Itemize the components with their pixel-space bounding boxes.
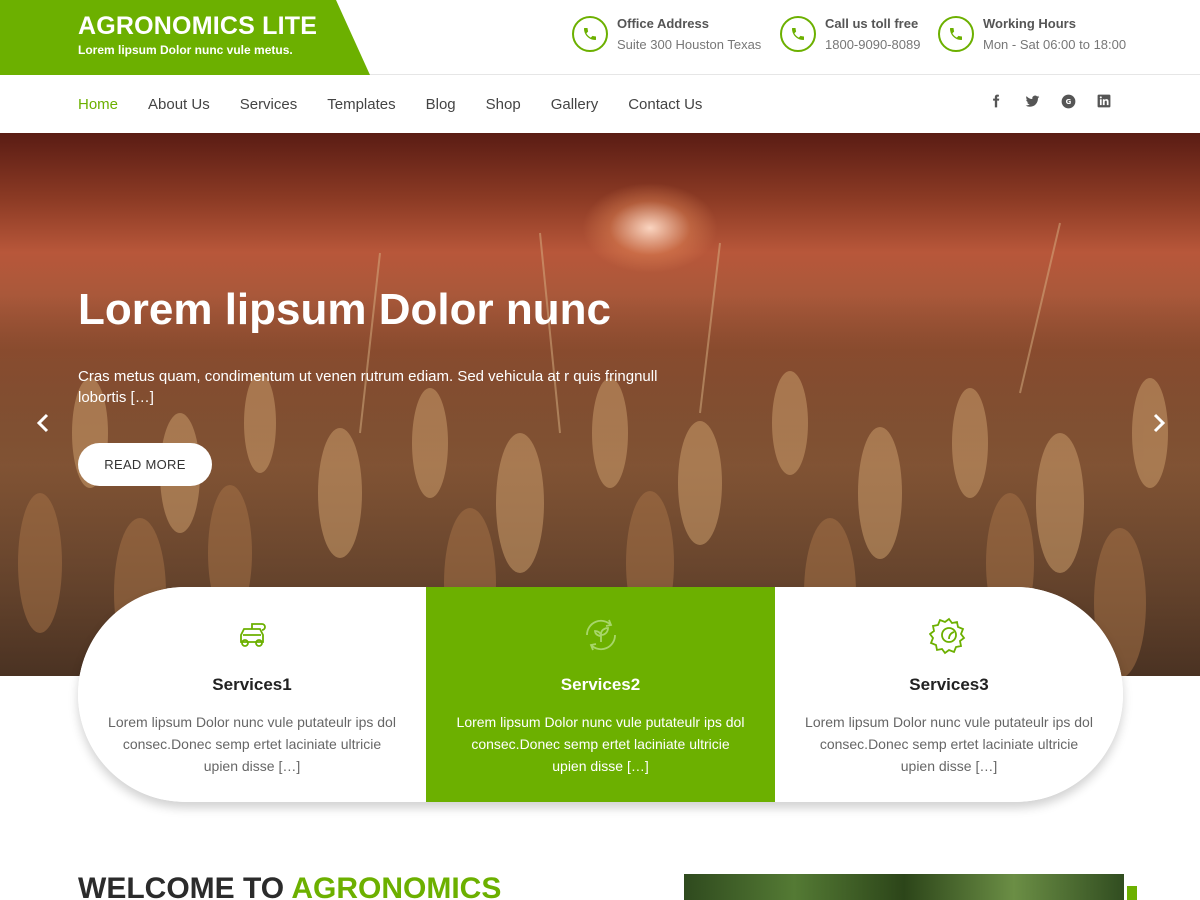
hero-description: Cras metus quam, condimentum ut venen ru…: [78, 368, 658, 406]
service-text-3: Lorem lipsum Dolor nunc vule putateulr i…: [805, 714, 1093, 774]
nav-item-services[interactable]: Services: [240, 96, 311, 113]
toll-free-info: Call us toll free 1800-9090-8089: [780, 14, 940, 54]
nav-item-shop[interactable]: Shop: [486, 96, 534, 113]
recycle-leaf-icon: [426, 615, 775, 657]
tractor-icon: [78, 615, 426, 657]
service-title-3: Services3: [909, 675, 989, 694]
working-hours-heading: Working Hours: [983, 16, 1076, 31]
service-text-2: Lorem lipsum Dolor nunc vule putateulr i…: [456, 714, 745, 774]
phone-icon: [780, 16, 816, 52]
office-address-heading: Office Address: [617, 16, 709, 31]
gear-leaf-icon: [775, 615, 1123, 657]
nav-item-templates[interactable]: Templates: [327, 96, 408, 113]
chevron-right-icon: [1153, 413, 1166, 433]
phone-icon: [938, 16, 974, 52]
phone-icon: [572, 16, 608, 52]
toll-free-heading: Call us toll free: [825, 16, 919, 31]
read-more-button[interactable]: READ MORE: [78, 443, 212, 486]
service-title-2: Services2: [560, 675, 641, 694]
site-tagline: Lorem lipsum Dolor nunc vule metus.: [78, 43, 293, 57]
social-links: G: [988, 93, 1112, 109]
linkedin-icon[interactable]: [1096, 93, 1112, 109]
twitter-icon[interactable]: [1024, 93, 1040, 109]
welcome-heading: WELCOME TO AGRONOMICS: [78, 872, 501, 900]
site-title[interactable]: AGRONOMICS LITE: [78, 12, 317, 41]
slider-next-arrow[interactable]: [1150, 411, 1168, 435]
service-card-2[interactable]: Services2 Lorem lipsum Dolor nunc vule p…: [426, 587, 775, 802]
nav-item-gallery[interactable]: Gallery: [551, 96, 612, 113]
top-header: AGRONOMICS LITE Lorem lipsum Dolor nunc …: [0, 0, 1200, 75]
welcome-highlight: AGRONOMICS: [291, 872, 502, 900]
services-strip: Services1 Lorem lipsum Dolor nunc vule p…: [78, 587, 1123, 802]
main-navigation-bar: Home About Us Services Templates Blog Sh…: [0, 76, 1200, 133]
nav-item-about-us[interactable]: About Us: [148, 96, 223, 113]
nav-item-blog[interactable]: Blog: [426, 96, 469, 113]
chevron-left-icon: [36, 413, 49, 433]
service-card-3[interactable]: Services3 Lorem lipsum Dolor nunc vule p…: [775, 587, 1123, 802]
working-hours-info: Working Hours Mon - Sat 06:00 to 18:00: [938, 14, 1148, 54]
brand-block[interactable]: AGRONOMICS LITE Lorem lipsum Dolor nunc …: [0, 0, 370, 75]
main-menu: Home About Us Services Templates Blog Sh…: [78, 76, 732, 133]
welcome-prefix: WELCOME TO: [78, 872, 285, 900]
slider-prev-arrow[interactable]: [34, 411, 52, 435]
service-text-1: Lorem lipsum Dolor nunc vule putateulr i…: [108, 714, 396, 774]
svg-text:G: G: [1065, 98, 1071, 106]
welcome-image: [684, 874, 1124, 900]
nav-item-home[interactable]: Home: [78, 96, 131, 113]
welcome-accent-bar: [1127, 886, 1137, 900]
office-address-info: Office Address Suite 300 Houston Texas: [572, 14, 772, 54]
working-hours-value: Mon - Sat 06:00 to 18:00: [983, 37, 1127, 52]
service-card-1[interactable]: Services1 Lorem lipsum Dolor nunc vule p…: [78, 587, 426, 802]
service-title-1: Services1: [212, 675, 292, 694]
google-plus-icon[interactable]: G: [1060, 93, 1076, 109]
hero-title: Lorem lipsum Dolor nunc: [78, 285, 611, 334]
toll-free-number[interactable]: 1800-9090-8089: [825, 37, 920, 52]
facebook-icon[interactable]: [988, 93, 1004, 109]
office-address-value: Suite 300 Houston Texas: [617, 37, 762, 52]
nav-item-contact-us[interactable]: Contact Us: [628, 96, 715, 113]
